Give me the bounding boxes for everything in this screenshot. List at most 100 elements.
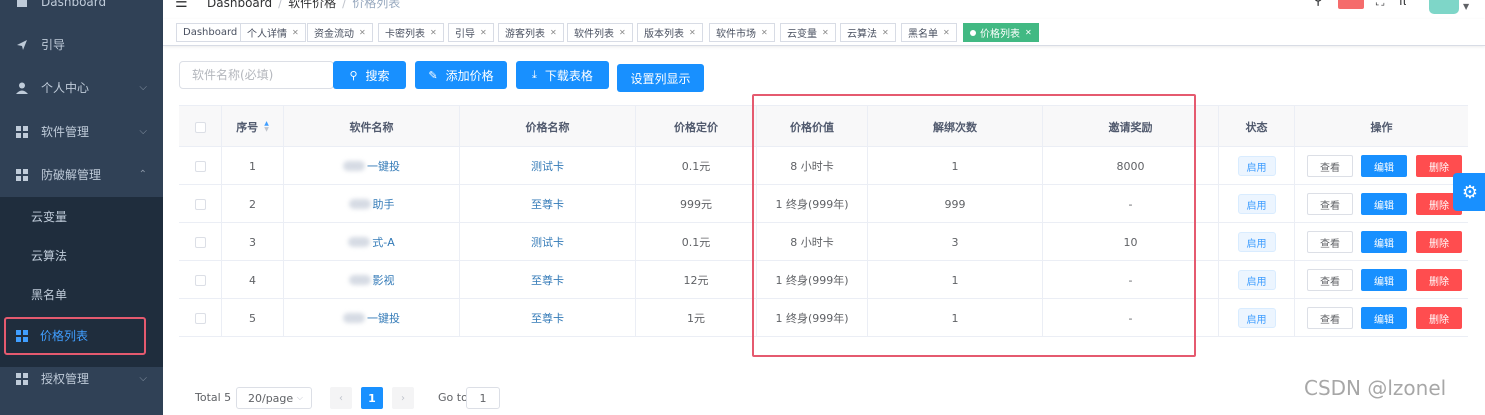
sidebar-item-guide[interactable]: 引导 xyxy=(0,23,163,66)
price-name-link[interactable]: 测试卡 xyxy=(531,234,564,250)
search-icon[interactable]: ⚲ xyxy=(1313,0,1323,8)
fullscreen-icon[interactable]: ⛶ xyxy=(1376,0,1384,9)
row-checkbox[interactable] xyxy=(194,236,206,248)
tag-dashboard[interactable]: Dashboard xyxy=(176,23,245,42)
software-link[interactable]: 助手 xyxy=(373,196,395,212)
sidebar-item-anticrack[interactable]: 防破解管理 ⌃ xyxy=(0,153,163,196)
row-checkbox[interactable] xyxy=(194,160,206,172)
next-page-button[interactable]: › xyxy=(392,387,414,409)
view-button[interactable]: 查看 xyxy=(1307,307,1353,329)
tag-software-list[interactable]: 软件列表 ✕ xyxy=(567,23,633,42)
sidebar-item-license[interactable]: 授权管理 ⌵ xyxy=(0,357,163,400)
tag-visitors[interactable]: 游客列表 ✕ xyxy=(498,23,564,42)
sidebar-item-software[interactable]: 软件管理 ⌵ xyxy=(0,110,163,153)
edit-button[interactable]: 编辑 xyxy=(1361,193,1407,215)
row-checkbox[interactable] xyxy=(194,274,206,286)
close-icon[interactable]: ✕ xyxy=(292,28,299,37)
price-name-link[interactable]: 至尊卡 xyxy=(531,196,564,212)
submenu-item-cloud-variable[interactable]: 云变量 xyxy=(0,197,163,236)
view-button[interactable]: 查看 xyxy=(1307,231,1353,253)
download-icon: ⤓ xyxy=(532,68,537,81)
submenu-item-blacklist[interactable]: 黑名单 xyxy=(0,275,163,314)
hamburger-icon[interactable]: ☰ xyxy=(175,0,188,11)
tag-price-list[interactable]: 价格列表 ✕ xyxy=(963,23,1039,42)
edit-button[interactable]: 编辑 xyxy=(1361,269,1407,291)
cell-price: 0.1元 xyxy=(636,223,757,261)
close-icon[interactable]: ✕ xyxy=(943,28,950,37)
delete-button[interactable]: 删除 xyxy=(1416,307,1462,329)
caret-down-icon[interactable]: ▼ xyxy=(1463,2,1469,11)
tag-label: 软件列表 xyxy=(574,29,614,40)
delete-button[interactable]: 删除 xyxy=(1416,269,1462,291)
tag-guide[interactable]: 引导 ✕ xyxy=(448,23,494,42)
cell-ops: 查看 编辑 删除 xyxy=(1295,261,1468,299)
cell-text: 0.1元 xyxy=(681,160,711,173)
close-icon[interactable]: ✕ xyxy=(359,28,366,37)
close-icon[interactable]: ✕ xyxy=(550,28,557,37)
close-icon[interactable]: ✕ xyxy=(480,28,487,37)
header-label: 序号 xyxy=(236,121,259,134)
sidebar-item-dashboard[interactable]: Dashboard xyxy=(0,0,163,23)
prev-page-button[interactable]: ‹ xyxy=(330,387,352,409)
tag-version-list[interactable]: 版本列表 ✕ xyxy=(637,23,703,42)
view-button[interactable]: 查看 xyxy=(1307,269,1353,291)
tag-software-market[interactable]: 软件市场 ✕ xyxy=(709,23,775,42)
delete-button[interactable]: 删除 xyxy=(1416,231,1462,253)
edit-button[interactable]: 编辑 xyxy=(1361,231,1407,253)
view-button[interactable]: 查看 xyxy=(1307,193,1353,215)
avatar[interactable] xyxy=(1429,0,1459,14)
software-link[interactable]: 一键投 xyxy=(367,310,400,326)
submenu-item-label: 黑名单 xyxy=(31,288,68,302)
header-index[interactable]: 序号 ▲ ▼ xyxy=(222,106,284,148)
page-number[interactable]: 1 xyxy=(361,387,383,409)
notification-icon[interactable] xyxy=(1338,0,1364,9)
software-name-input[interactable] xyxy=(179,61,334,89)
tag-card-list[interactable]: 卡密列表 ✕ xyxy=(378,23,444,42)
cell-text: 2 xyxy=(249,197,256,211)
page-size-select[interactable]: 20/page ⌵ xyxy=(236,387,312,409)
software-link[interactable]: 一键投 xyxy=(367,158,400,174)
tag-cloud-variable[interactable]: 云变量 ✕ xyxy=(780,23,836,42)
redacted-text xyxy=(343,313,365,323)
close-icon[interactable]: ✕ xyxy=(882,28,889,37)
settings-gear-button[interactable]: ⚙ xyxy=(1453,173,1485,211)
submenu-item-cloud-algorithm[interactable]: 云算法 xyxy=(0,236,163,275)
download-table-button[interactable]: ⤓ 下载表格 xyxy=(516,61,609,89)
close-icon[interactable]: ✕ xyxy=(689,28,696,37)
sort-icon[interactable]: ▲ ▼ xyxy=(264,121,269,133)
goto-input[interactable] xyxy=(466,387,500,409)
add-price-button[interactable]: ✎ 添加价格 xyxy=(415,61,507,89)
row-checkbox[interactable] xyxy=(194,198,206,210)
tag-profile[interactable]: 个人详情 ✕ xyxy=(240,23,306,42)
price-name-link[interactable]: 至尊卡 xyxy=(531,272,564,288)
breadcrumb-item[interactable]: 软件价格 xyxy=(288,0,336,10)
tag-funds[interactable]: 资金流动 ✕ xyxy=(307,23,373,42)
view-button[interactable]: 查看 xyxy=(1307,155,1353,177)
breadcrumb-item[interactable]: Dashboard xyxy=(207,0,272,10)
row-checkbox[interactable] xyxy=(194,312,206,324)
close-icon[interactable]: ✕ xyxy=(430,28,437,37)
software-link[interactable]: 影视 xyxy=(373,272,395,288)
tag-blacklist[interactable]: 黑名单 ✕ xyxy=(901,23,957,42)
sidebar-item-profile[interactable]: 个人中心 ⌵ xyxy=(0,66,163,109)
status-badge: 启用 xyxy=(1237,156,1276,176)
software-link[interactable]: 式-A xyxy=(372,234,395,250)
cell-status: 启用 xyxy=(1219,261,1295,299)
column-settings-button[interactable]: 设置列显示 xyxy=(617,64,704,92)
header-status: 状态 xyxy=(1219,106,1295,148)
select-all-checkbox[interactable] xyxy=(194,121,206,133)
price-name-link[interactable]: 至尊卡 xyxy=(531,310,564,326)
close-icon[interactable]: ✕ xyxy=(761,28,768,37)
font-size-icon[interactable]: π xyxy=(1399,0,1406,8)
header-price-name: 价格名称 xyxy=(460,106,636,148)
price-name-link[interactable]: 测试卡 xyxy=(531,158,564,174)
edit-button[interactable]: 编辑 xyxy=(1361,155,1407,177)
pagination-total: Total 5 xyxy=(195,391,232,404)
close-icon[interactable]: ✕ xyxy=(1025,28,1032,37)
close-icon[interactable]: ✕ xyxy=(822,28,829,37)
tag-cloud-algorithm[interactable]: 云算法 ✕ xyxy=(840,23,896,42)
close-icon[interactable]: ✕ xyxy=(619,28,626,37)
search-button[interactable]: ⚲ 搜索 xyxy=(333,61,406,89)
highlight-frame xyxy=(752,94,1196,357)
edit-button[interactable]: 编辑 xyxy=(1361,307,1407,329)
